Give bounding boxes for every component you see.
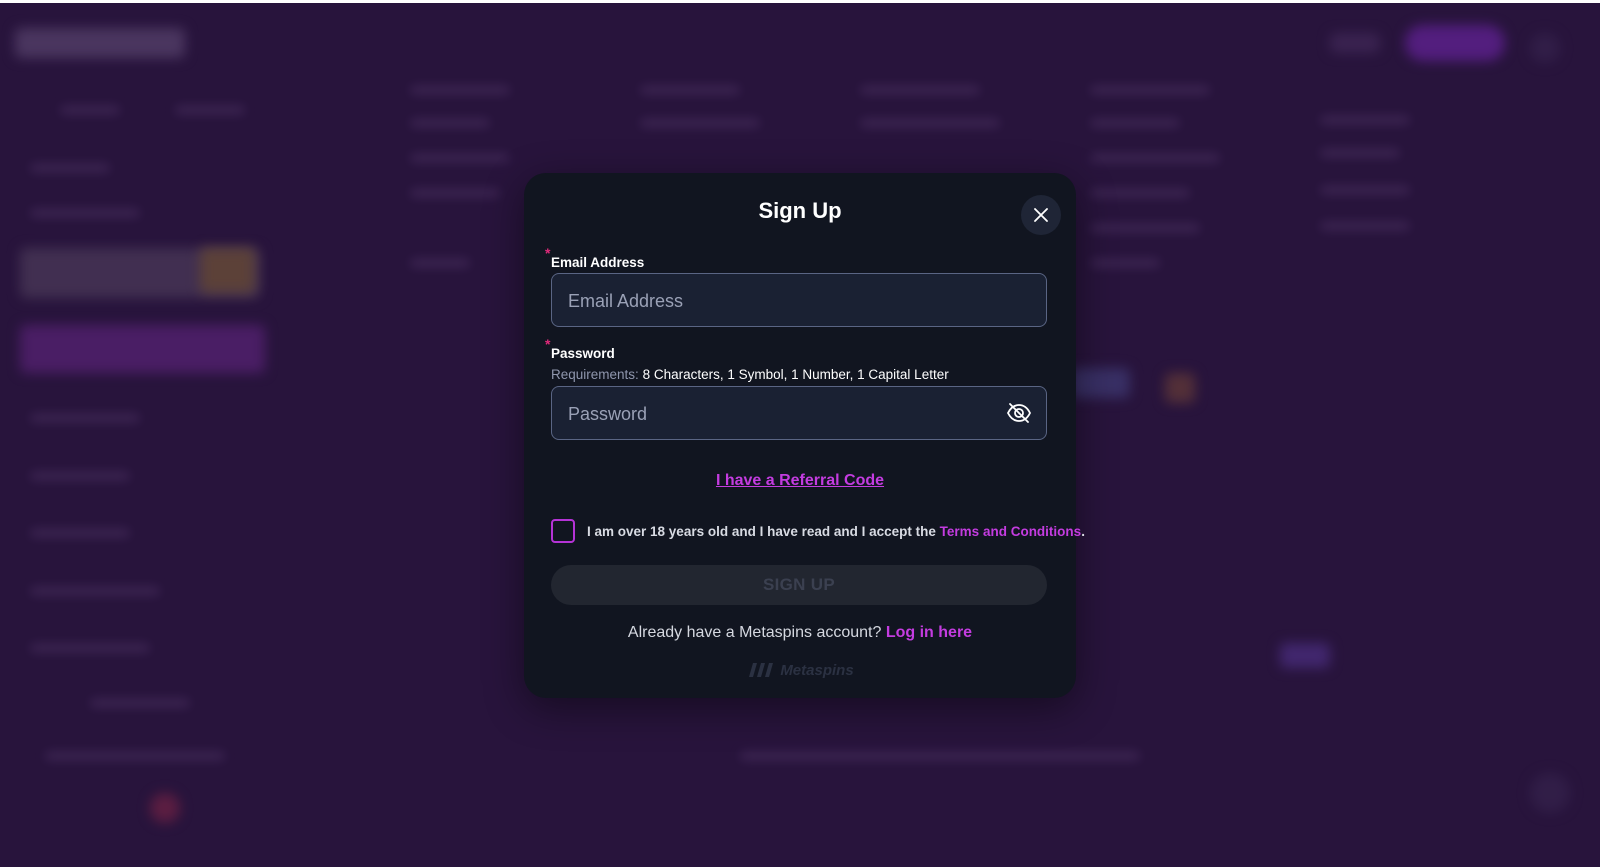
brand-logo: Metaspins [524, 661, 1076, 679]
password-input[interactable] [566, 387, 990, 441]
metaspins-logo-icon [749, 663, 774, 677]
consent-suffix: . [1081, 524, 1085, 539]
email-field[interactable] [551, 273, 1047, 328]
modal-title: Sign Up [758, 198, 842, 223]
email-input[interactable] [566, 274, 990, 328]
signup-button[interactable]: SIGN UP [551, 565, 1047, 605]
login-prompt-row: Already have a Metaspins account? Log in… [524, 624, 1076, 642]
age-terms-checkbox[interactable] [551, 519, 575, 543]
terms-link[interactable]: Terms and Conditions [940, 524, 1082, 539]
requirements-value: 8 Characters, 1 Symbol, 1 Number, 1 Capi… [642, 367, 949, 382]
consent-statement: I am over 18 years old and I have read a… [587, 524, 936, 539]
requirements-label: Requirements: [551, 367, 639, 382]
consent-text: I am over 18 years old and I have read a… [587, 524, 1085, 539]
login-prompt: Already have a Metaspins account? [627, 624, 882, 641]
password-field[interactable] [551, 386, 1047, 441]
password-required-mark: * [545, 336, 551, 352]
referral-row: I have a Referral Code [524, 472, 1076, 490]
signup-modal: Sign Up * Email Address * Password Requi… [524, 173, 1085, 698]
brand-name: Metaspins [780, 661, 854, 679]
referral-code-link[interactable]: I have a Referral Code [716, 472, 884, 489]
email-required-mark: * [545, 245, 551, 261]
eye-slash-icon [1006, 403, 1032, 423]
toggle-password-visibility-button[interactable] [1006, 401, 1032, 425]
login-link[interactable]: Log in here [886, 624, 972, 641]
email-label: Email Address [551, 255, 645, 270]
password-requirements: Requirements: 8 Characters, 1 Symbol, 1 … [551, 367, 949, 382]
password-label: Password [551, 346, 615, 361]
close-button[interactable] [1021, 195, 1061, 235]
close-icon [1034, 208, 1048, 222]
